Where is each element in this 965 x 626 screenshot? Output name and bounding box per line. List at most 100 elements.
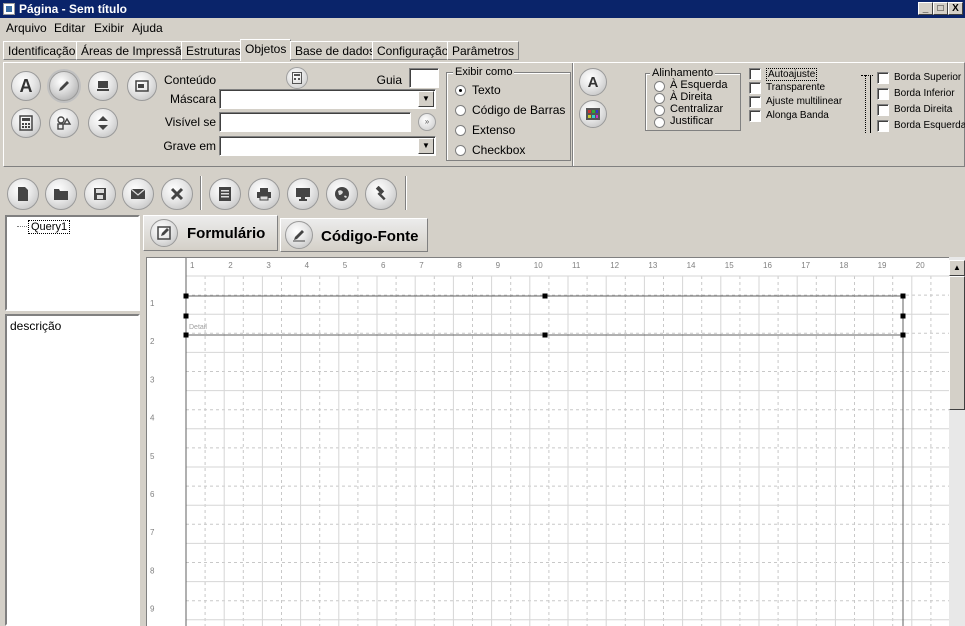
- alonga-banda-checkbox[interactable]: [749, 110, 761, 122]
- globe-icon: [335, 187, 349, 201]
- borda-superior-checkbox[interactable]: [877, 72, 889, 84]
- text-tool-button[interactable]: A: [11, 71, 41, 101]
- tab-areas-impressao[interactable]: Áreas de Impressão: [76, 41, 194, 60]
- selection-handle: [183, 293, 189, 299]
- radio-extenso-label: Extenso: [472, 123, 516, 137]
- font-button[interactable]: A: [579, 68, 607, 96]
- computer-tool-button[interactable]: [88, 71, 118, 101]
- menu-ajuda[interactable]: Ajuda: [132, 21, 163, 35]
- radio-checkbox[interactable]: [455, 145, 466, 156]
- visivel-field[interactable]: [219, 112, 411, 132]
- print-preview-icon: [219, 187, 231, 201]
- visivel-expression-button[interactable]: »: [418, 113, 436, 131]
- mascara-dropdown-button[interactable]: ▼: [418, 91, 434, 107]
- menu-exibir[interactable]: Exibir: [94, 21, 124, 35]
- radio-texto[interactable]: [455, 85, 466, 96]
- minimize-button[interactable]: _: [918, 2, 933, 15]
- borda-direita-checkbox[interactable]: [877, 104, 889, 116]
- scroll-thumb[interactable]: [949, 276, 965, 410]
- radio-codigo-barras[interactable]: [455, 105, 466, 116]
- save-button[interactable]: [84, 178, 116, 210]
- form-edit-icon: [157, 226, 171, 240]
- printer-icon: [257, 188, 271, 201]
- radio-extenso[interactable]: [455, 125, 466, 136]
- tree-node-query1[interactable]: Query1: [28, 220, 71, 234]
- screen-button[interactable]: [287, 178, 319, 210]
- radio-direita-label: À Direita: [670, 91, 713, 103]
- open-button[interactable]: [45, 178, 77, 210]
- tab-base-de-dados[interactable]: Base de dados: [290, 41, 381, 60]
- exibir-como-title: Exibir como: [453, 66, 515, 78]
- maximize-button[interactable]: □: [933, 2, 948, 15]
- tab-parametros[interactable]: Parâmetros: [447, 41, 520, 60]
- mascara-select[interactable]: [219, 89, 436, 109]
- web-button[interactable]: [326, 178, 358, 210]
- grave-label: Grave em: [163, 139, 216, 153]
- delete-button[interactable]: [161, 178, 193, 210]
- radio-justificar[interactable]: [654, 117, 665, 128]
- hammer-icon: [375, 186, 386, 201]
- image-tool-button[interactable]: [127, 71, 157, 101]
- build-button[interactable]: [365, 178, 397, 210]
- ruler-label-horizontal: 11: [572, 261, 581, 270]
- tab-codigo-fonte[interactable]: Código-Fonte: [280, 218, 428, 252]
- description-panel: descrição: [5, 314, 140, 626]
- query-tree-panel: Query1: [5, 215, 140, 311]
- borda-esquerda-label: Borda Esquerda: [894, 120, 965, 131]
- report-design-canvas[interactable]: 1 2 3 4 5 6 7 8 9 10 11 12 13 14 15 16 17 18 19 20 1 2 3 4 5 6 7 8 9…: [146, 257, 949, 626]
- tab-formulario-label: Formulário: [187, 225, 266, 242]
- print-button[interactable]: [248, 178, 280, 210]
- tree-connector: [17, 226, 27, 227]
- borda-inferior-checkbox[interactable]: [877, 88, 889, 100]
- ruler-label-horizontal: 3: [266, 261, 271, 270]
- tab-objetos[interactable]: Objetos: [240, 39, 292, 61]
- ruler-label-horizontal: 7: [419, 261, 424, 270]
- color-palette-icon: [586, 108, 600, 120]
- guia-field[interactable]: [409, 68, 439, 88]
- main-toolbar: [3, 172, 965, 214]
- ruler-label-horizontal: 17: [801, 261, 810, 270]
- delete-icon: [170, 187, 184, 201]
- ruler-label-vertical: 9: [150, 605, 155, 614]
- borda-superior-label: Borda Superior: [894, 72, 962, 83]
- conteudo-calculator-button[interactable]: [286, 67, 308, 89]
- ruler-label-vertical: 6: [150, 490, 155, 499]
- new-button[interactable]: [7, 178, 39, 210]
- panel-divider: [572, 63, 574, 166]
- borda-esquerda-checkbox[interactable]: [877, 120, 889, 132]
- radio-esquerda[interactable]: [654, 81, 665, 92]
- radio-esquerda-label: À Esquerda: [670, 79, 728, 91]
- menu-editar[interactable]: Editar: [54, 21, 85, 35]
- selection-handle: [183, 313, 189, 319]
- shapes-tool-button[interactable]: [49, 108, 79, 138]
- edit-tool-button[interactable]: [49, 71, 79, 101]
- tab-formulario[interactable]: Formulário: [143, 215, 278, 251]
- grave-select[interactable]: [219, 136, 436, 156]
- ruler-label-horizontal: 5: [343, 261, 348, 270]
- radio-justificar-label: Justificar: [670, 115, 714, 127]
- tab-estruturas[interactable]: Estruturas: [181, 41, 246, 60]
- scroll-up-button[interactable]: ▲: [949, 260, 965, 276]
- calculator-tool-button[interactable]: [11, 108, 41, 138]
- ajuste-multilinear-checkbox[interactable]: [749, 96, 761, 108]
- ruler-label-vertical: 5: [150, 452, 155, 461]
- vertical-scrollbar[interactable]: ▲: [949, 257, 965, 626]
- updown-tool-button[interactable]: [88, 108, 118, 138]
- tab-configuracao[interactable]: Configuração: [372, 41, 454, 60]
- grave-dropdown-button[interactable]: ▼: [418, 138, 434, 154]
- autoajuste-checkbox[interactable]: [749, 68, 761, 80]
- menu-arquivo[interactable]: Arquivo: [6, 21, 47, 35]
- shapes-tool-icon: [57, 116, 72, 130]
- print-preview-button[interactable]: [209, 178, 241, 210]
- transparente-checkbox[interactable]: [749, 82, 761, 94]
- tab-bar: Identificação Áreas de Impressão Estrutu…: [0, 39, 965, 61]
- exibir-como-group: Exibir como Texto Código de Barras Exten…: [446, 66, 571, 161]
- color-button[interactable]: [579, 100, 607, 128]
- ruler-label-horizontal: 12: [610, 261, 619, 270]
- radio-direita[interactable]: [654, 93, 665, 104]
- tab-identificacao[interactable]: Identificação: [3, 41, 81, 60]
- app-icon: [3, 3, 15, 15]
- close-button[interactable]: X: [948, 2, 963, 15]
- radio-centralizar[interactable]: [654, 105, 665, 116]
- email-button[interactable]: [122, 178, 154, 210]
